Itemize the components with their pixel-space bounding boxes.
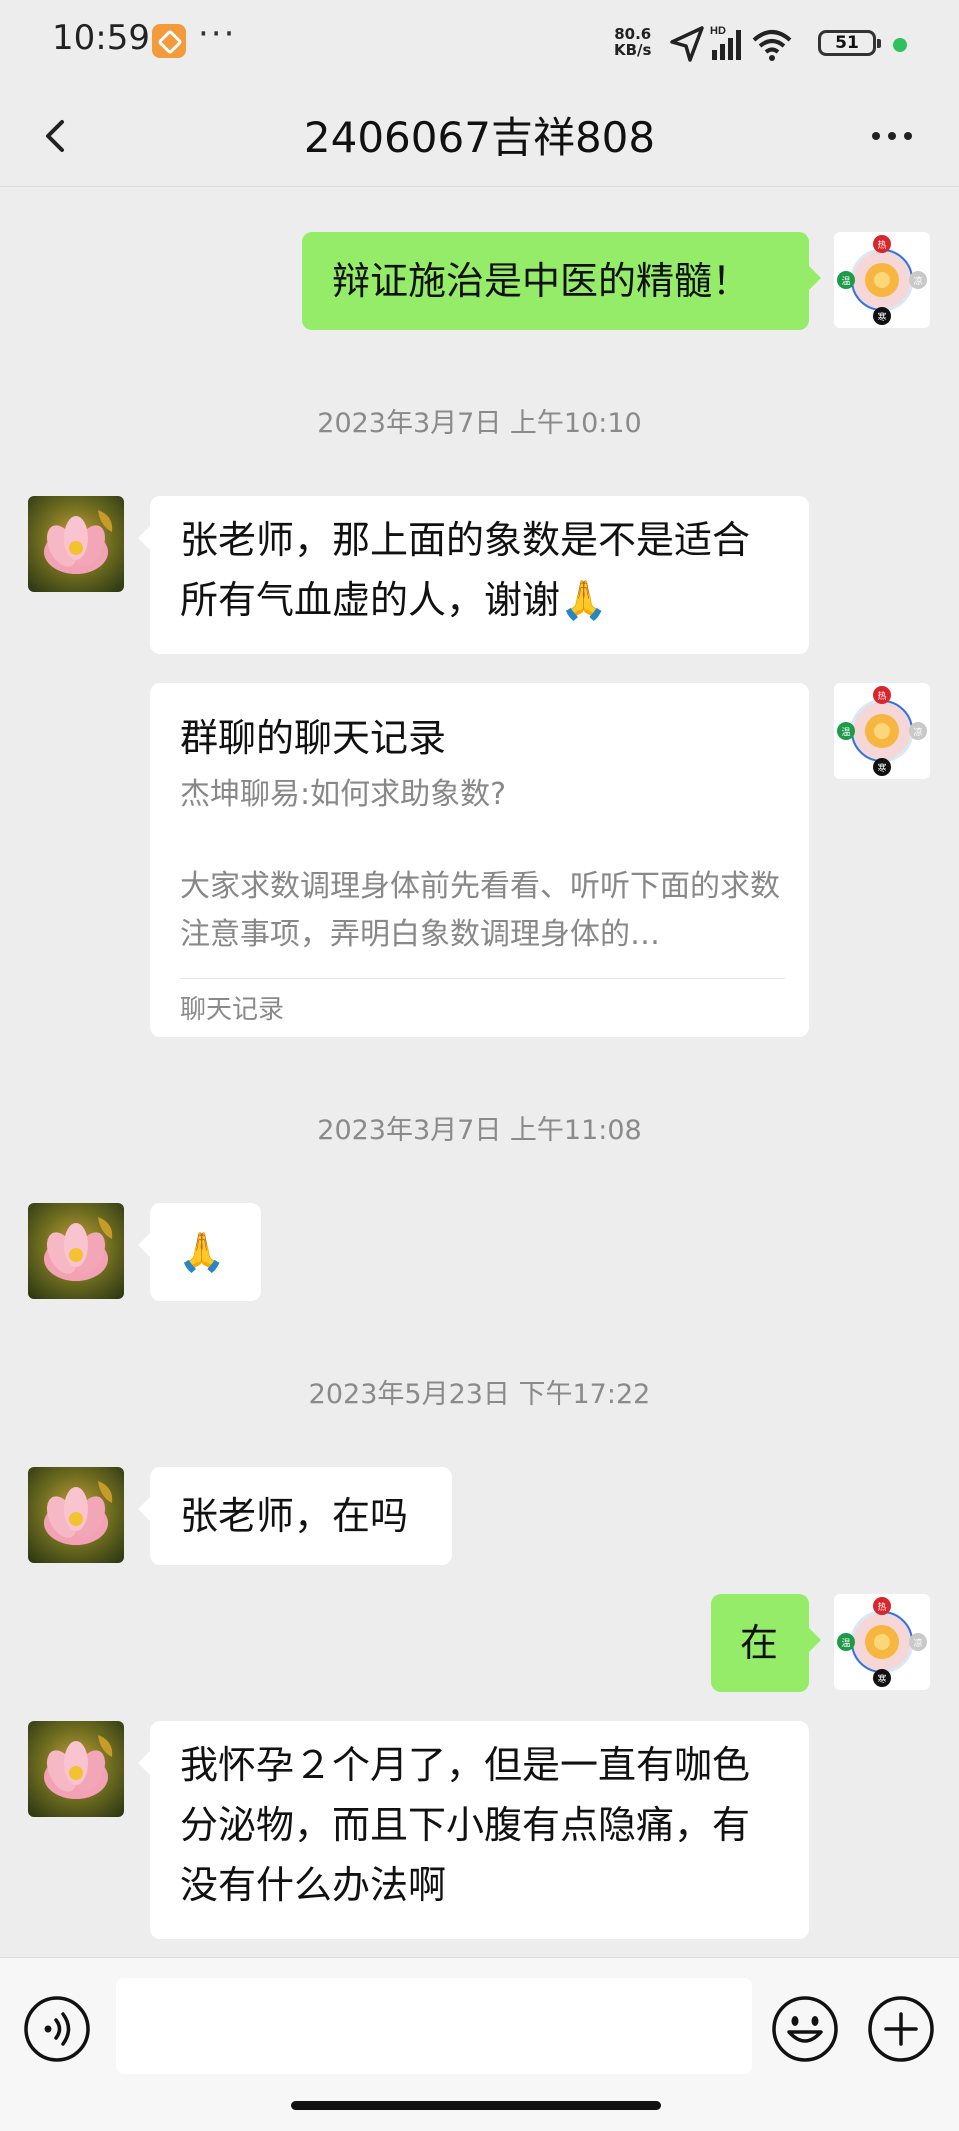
message-text-line: 分泌物，而且下小腹有点隐痛，有 bbox=[180, 1803, 751, 1847]
message-timestamp: 2023年3月7日 上午10:10 bbox=[317, 408, 642, 439]
battery-level: 51 bbox=[835, 33, 859, 53]
hd-signal-icon: HD bbox=[710, 25, 741, 60]
self-avatar[interactable] bbox=[834, 683, 930, 779]
card-subtitle: 杰坤聊易:如何求助象数? bbox=[180, 777, 507, 812]
privacy-indicator-dot bbox=[893, 38, 907, 52]
card-footer: 聊天记录 bbox=[180, 995, 285, 1025]
card-body: 大家求数调理身体前先看看、听听下面的求数注意事项，弄明白象数调理身体的… bbox=[180, 869, 780, 952]
message-text-line: 所有气血虚的人，谢谢🙏 bbox=[180, 578, 608, 622]
net-speed-unit: KB/s bbox=[614, 41, 652, 59]
message-text: 辩证施治是中医的精髓！ bbox=[332, 259, 751, 303]
message-bubble-out[interactable]: 辩证施治是中医的精髓！ bbox=[302, 232, 821, 330]
chat-header: 2406067吉祥808 bbox=[0, 86, 959, 187]
card-title: 群聊的聊天记录 bbox=[180, 716, 447, 760]
message-text-line: 没有什么办法啊 bbox=[180, 1863, 447, 1907]
app-notification-icon bbox=[152, 24, 186, 58]
card-divider bbox=[180, 978, 785, 979]
net-speed-value: 80.6 bbox=[614, 25, 652, 43]
message-bubble-in[interactable]: 我怀孕２个月了，但是一直有咖色 分泌物，而且下小腹有点隐痛，有 没有什么办法啊 bbox=[138, 1721, 809, 1939]
message-emoji: 🙏 bbox=[178, 1230, 226, 1274]
emoji-icon[interactable] bbox=[770, 1994, 840, 2064]
chat-title: 2406067吉祥808 bbox=[303, 113, 656, 162]
contact-avatar[interactable] bbox=[28, 1467, 124, 1563]
message-bubble-in[interactable]: 张老师，在吗 bbox=[138, 1467, 452, 1565]
location-arrow-icon bbox=[670, 26, 704, 62]
message-bubble-in[interactable]: 🙏 bbox=[138, 1203, 261, 1301]
more-horizontal-icon[interactable] bbox=[862, 106, 922, 166]
battery-icon: 51 bbox=[818, 30, 881, 56]
message-input[interactable] bbox=[116, 1978, 752, 2074]
status-time: 10:59 bbox=[52, 18, 150, 58]
message-timestamp: 2023年5月23日 下午17:22 bbox=[308, 1379, 651, 1410]
chat-history-card[interactable]: 群聊的聊天记录 杰坤聊易:如何求助象数? 大家求数调理身体前先看看、听听下面的求… bbox=[150, 683, 809, 1037]
voice-icon[interactable] bbox=[22, 1994, 92, 2064]
message-bubble-out[interactable]: 在 bbox=[711, 1594, 821, 1692]
contact-avatar[interactable] bbox=[28, 1203, 124, 1299]
message-text: 在 bbox=[740, 1621, 779, 1665]
message-timestamp: 2023年3月7日 上午11:08 bbox=[317, 1115, 642, 1146]
status-more-dots: ··· bbox=[198, 14, 237, 54]
message-text-line: 我怀孕２个月了，但是一直有咖色 bbox=[180, 1743, 751, 1787]
status-bar: 10:59 ··· 80.6 KB/s HD 51 bbox=[0, 0, 959, 86]
chat-message-list[interactable]: 辩证施治是中医的精髓！ 2023年3月7日 上午10:10 张老师，那上面的象数… bbox=[0, 187, 959, 1957]
message-bubble-in[interactable]: 张老师，那上面的象数是不是适合 所有气血虚的人，谢谢🙏 bbox=[138, 496, 809, 654]
contact-avatar[interactable] bbox=[28, 1721, 124, 1817]
message-text: 张老师，在吗 bbox=[180, 1494, 409, 1538]
net-speed: 80.6 KB/s bbox=[614, 26, 651, 58]
wifi-icon bbox=[752, 30, 792, 61]
svg-text:HD: HD bbox=[710, 25, 726, 37]
self-avatar[interactable] bbox=[834, 232, 930, 328]
home-indicator[interactable] bbox=[291, 2101, 661, 2110]
contact-avatar[interactable] bbox=[28, 496, 124, 592]
plus-icon[interactable] bbox=[866, 1994, 936, 2064]
message-text-line: 张老师，那上面的象数是不是适合 bbox=[180, 518, 751, 562]
self-avatar[interactable] bbox=[834, 1594, 930, 1690]
status-icons: HD bbox=[670, 25, 792, 62]
